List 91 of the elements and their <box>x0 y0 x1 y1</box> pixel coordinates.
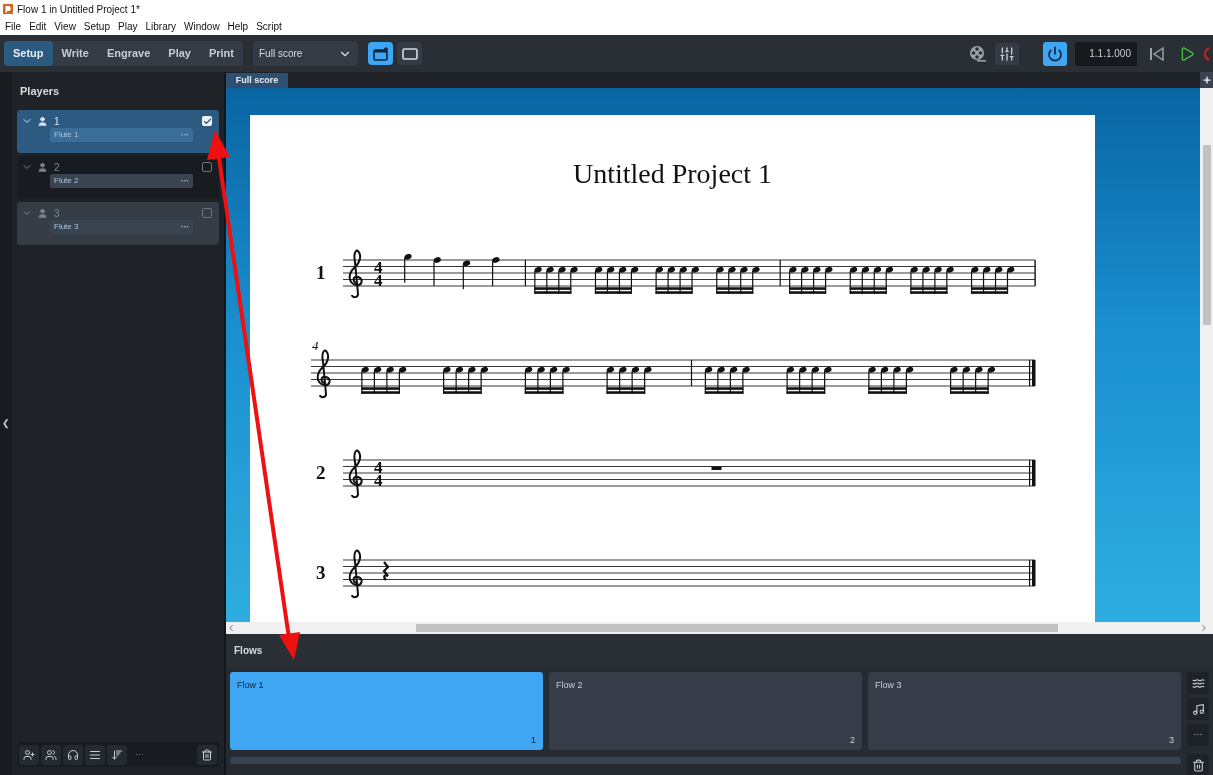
staff-label: 1 <box>316 262 326 283</box>
collapse-toggle[interactable]: ❮ <box>2 416 10 431</box>
menu-item[interactable]: Window <box>181 19 223 34</box>
menu-item[interactable]: Library <box>142 19 180 34</box>
waves-icon <box>1191 676 1205 690</box>
time-display: 1.1.1.000 <box>1075 41 1137 66</box>
frame-add-icon <box>372 46 389 61</box>
film-reel-icon[interactable] <box>969 44 987 63</box>
person-icon <box>37 207 48 219</box>
delete-button[interactable] <box>197 744 217 765</box>
plus-icon <box>1201 75 1212 85</box>
sort-icon <box>111 748 123 761</box>
add-note-button[interactable] <box>1187 698 1209 720</box>
app-logo-icon <box>3 4 13 14</box>
player-card[interactable]: 2 Flute 2 ··· <box>17 156 219 199</box>
chevron-right-icon[interactable] <box>1199 623 1209 633</box>
rewind-icon[interactable] <box>1149 46 1165 61</box>
list-button[interactable] <box>85 744 105 765</box>
trash-icon <box>1191 758 1205 772</box>
play-icon[interactable] <box>1179 45 1195 62</box>
flow-card[interactable]: Flow 3 3 <box>868 672 1181 750</box>
flow-card[interactable]: Flow 1 1 <box>230 672 543 750</box>
power-icon <box>1047 45 1063 62</box>
sort-button[interactable] <box>107 744 127 765</box>
menu-item[interactable]: Script <box>253 19 285 34</box>
vertical-scrollbar[interactable] <box>1200 88 1213 622</box>
trash-icon <box>201 748 213 761</box>
menu-item[interactable]: View <box>51 19 79 34</box>
player-card[interactable]: 1 Flute 1 ··· <box>17 110 219 153</box>
treble-clef-icon <box>348 549 363 599</box>
view-button[interactable] <box>397 42 422 65</box>
instrument-field[interactable]: Flute 3 ··· <box>50 220 193 234</box>
menu-item[interactable]: Edit <box>26 19 50 34</box>
mixer-icon <box>999 45 1015 62</box>
add-player-button[interactable] <box>19 744 39 765</box>
player-number: 2 <box>54 160 60 175</box>
bar-number: 4 <box>312 340 319 353</box>
instrument-field[interactable]: Flute 2 ··· <box>50 174 193 188</box>
more-button[interactable]: ··· <box>1187 724 1209 746</box>
layout-dropdown[interactable]: Full score <box>253 41 358 66</box>
panel-title: Players <box>20 83 60 99</box>
checkbox[interactable] <box>202 116 212 126</box>
quarter-rest-icon <box>382 561 390 581</box>
mixer-button[interactable] <box>995 42 1019 65</box>
mode-tab[interactable]: Engrave <box>97 41 160 66</box>
music-note-icon <box>1191 702 1205 716</box>
add-tab-button[interactable] <box>1200 72 1213 88</box>
barline <box>524 259 526 287</box>
menu-item[interactable]: Help <box>224 19 252 34</box>
checkbox[interactable] <box>202 162 212 172</box>
headphones-icon <box>67 748 79 761</box>
mode-tab[interactable]: Setup <box>4 41 53 66</box>
barline <box>779 259 781 287</box>
menu-item[interactable]: File <box>2 19 25 34</box>
person-icon <box>37 115 48 127</box>
treble-clef-icon <box>316 349 331 399</box>
flows-scrollbar[interactable] <box>230 757 1181 764</box>
staff-label: 3 <box>316 562 326 583</box>
chevron-left-icon[interactable] <box>226 623 236 633</box>
view-button[interactable] <box>368 42 393 65</box>
add-ensemble-button[interactable] <box>41 744 61 765</box>
menu-item[interactable]: Setup <box>80 19 113 34</box>
more-button[interactable]: ··· <box>135 747 144 762</box>
flow-card[interactable]: Flow 2 2 <box>549 672 862 750</box>
check-icon <box>202 116 212 126</box>
player-card[interactable]: 3 Flute 3 ··· <box>17 202 219 245</box>
people-icon <box>45 748 57 761</box>
list-icon <box>89 748 101 761</box>
mode-tab[interactable]: Write <box>52 41 98 66</box>
player-number: 3 <box>54 206 60 221</box>
player-number: 1 <box>54 114 60 129</box>
person-plus-icon <box>23 748 35 761</box>
horizontal-scrollbar[interactable] <box>226 622 1213 634</box>
barline <box>690 359 693 387</box>
mode-tab[interactable]: Play <box>159 41 200 66</box>
frame-icon <box>401 46 418 61</box>
whole-rest-icon <box>711 466 722 470</box>
record-icon[interactable] <box>1203 46 1209 61</box>
score-title: Untitled Project 1 <box>572 157 773 189</box>
score-tab[interactable]: Full score <box>226 73 288 88</box>
delete-button[interactable] <box>1187 754 1209 775</box>
person-icon <box>37 161 48 173</box>
checkbox[interactable] <box>202 208 212 218</box>
treble-clef-icon <box>348 249 363 299</box>
mode-tab[interactable]: Print <box>199 41 243 66</box>
staff-label: 2 <box>316 462 326 483</box>
window-title: Flow 1 in Untitled Project 1* <box>17 2 140 17</box>
menu-item[interactable]: Play <box>115 19 141 34</box>
treble-clef-icon <box>348 449 363 499</box>
panel-title: Flows <box>234 643 263 658</box>
activate-button[interactable] <box>1043 41 1067 66</box>
